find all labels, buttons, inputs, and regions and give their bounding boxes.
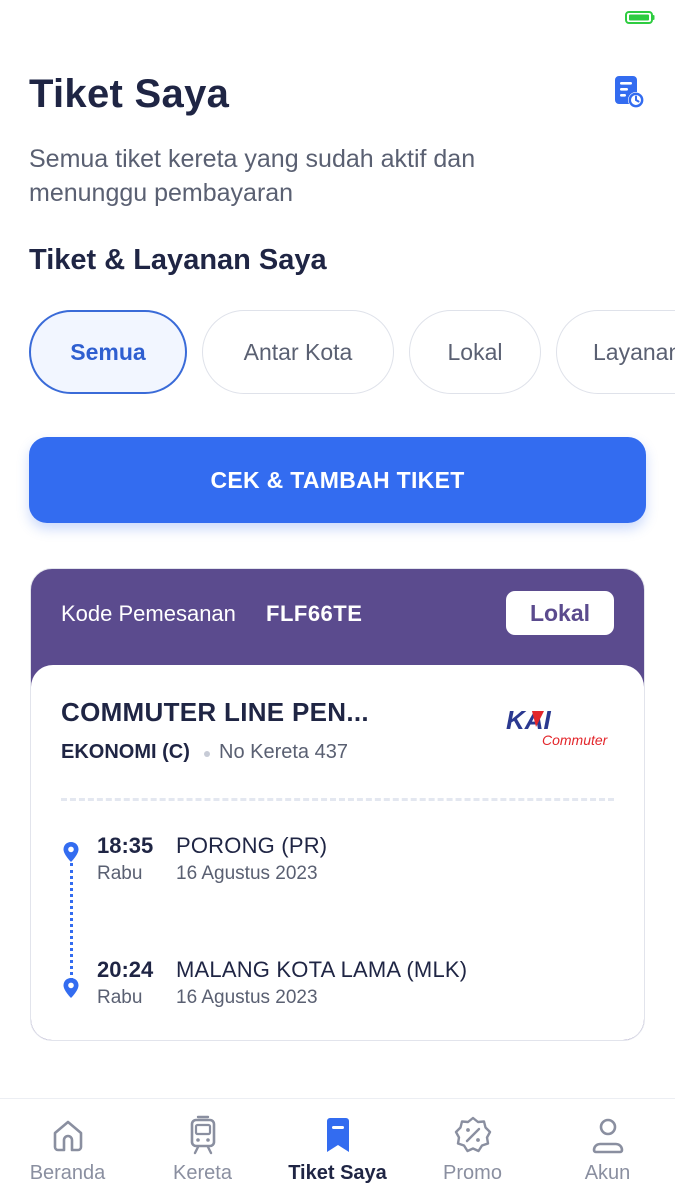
arrival-pin-icon [63,978,79,998]
arrival-time: 20:24 [97,957,154,982]
nav-item-akun[interactable]: Akun [540,1099,675,1200]
train-icon [190,1115,215,1155]
departure-day: Rabu [97,863,143,884]
filter-chip-layanan[interactable]: Layanan [556,310,675,394]
departure-date: 16 Agustus 2023 [176,863,318,884]
svg-text:Commuter: Commuter [542,732,609,748]
departure-pin-icon [63,842,79,862]
train-class: EKONOMI (C) [61,741,190,763]
page-subtitle: Semua tiket kereta yang sudah aktif dan … [29,145,476,207]
nav-item-promo[interactable]: Promo [405,1099,540,1200]
ticket-type-badge: Lokal [506,591,614,635]
home-icon [53,1120,82,1152]
filter-chips: Semua Antar Kota Lokal Layanan [29,310,675,394]
train-name: COMMUTER LINE PEN... [61,697,369,727]
dashed-divider [61,798,614,801]
battery-icon [625,11,655,24]
departure-time: 18:35 [97,833,154,858]
arrival-station: MALANG KOTA LAMA (MLK) [176,957,468,982]
check-add-ticket-button[interactable]: CEK & TAMBAH TIKET [29,437,646,523]
nav-item-kereta[interactable]: Kereta [135,1099,270,1200]
arrival-day: Rabu [97,987,143,1008]
ticket-card-header: Kode Pemesanan FLF66TE Lokal [31,569,644,669]
arrival-date: 16 Agustus 2023 [176,987,318,1008]
booking-code-label: Kode Pemesanan [61,601,236,626]
departure-station: PORONG (PR) [176,833,328,858]
svg-text:KAI: KAI [506,705,552,735]
bottom-nav: Beranda Kereta Tiket Saya Promo Akun [0,1098,675,1200]
kai-commuter-logo: KAI Commuter [504,705,612,749]
promo-badge-icon [454,1116,491,1153]
filter-chip-semua[interactable]: Semua [29,310,187,394]
filter-chip-antar-kota[interactable]: Antar Kota [202,310,394,394]
ticket-history-icon[interactable] [612,74,646,110]
status-bar [0,0,675,36]
kai-logo-icon: KAI Commuter [506,705,609,748]
ticket-card[interactable]: Kode Pemesanan FLF66TE Lokal COMMUTER LI… [30,568,645,1041]
header: Tiket Saya [29,70,646,120]
page-title: Tiket Saya [29,72,230,116]
section-title: Tiket & Layanan Saya [29,244,327,276]
nav-item-beranda[interactable]: Beranda [0,1099,135,1200]
filter-chip-lokal[interactable]: Lokal [409,310,541,394]
user-icon [592,1118,623,1154]
ticket-bookmark-icon [326,1118,349,1152]
nav-item-tiket-saya[interactable]: Tiket Saya [270,1099,405,1200]
route-line [70,863,73,981]
separator-dot [204,751,210,757]
booking-code: FLF66TE [266,601,363,626]
train-number: No Kereta 437 [219,741,348,763]
ticket-card-body: COMMUTER LINE PEN... EKONOMI (C) No Kere… [31,665,644,1040]
